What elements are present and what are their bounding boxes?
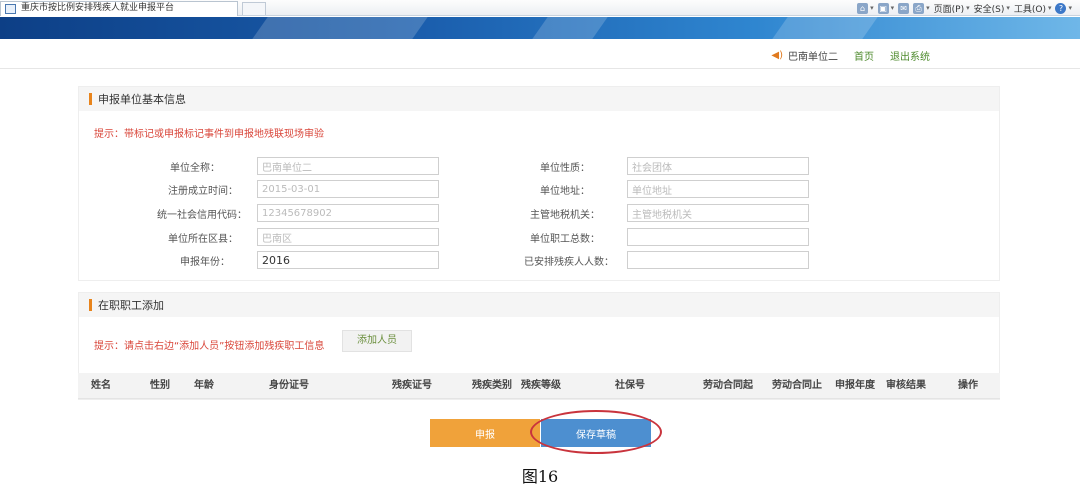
reg-date-field[interactable] [257,180,439,198]
col-social-security: 社保号 [615,380,645,391]
section-title: 申报单位基本信息 [98,93,186,106]
unit-type-field[interactable] [627,157,809,175]
section-header: 申报单位基本信息 [79,87,999,111]
site-banner [0,17,1080,39]
credit-code-row: 统一社会信用代码： [157,204,247,222]
unit-type-label: 单位性质： [540,162,590,174]
browser-toolbar: 重庆市按比例安排残疾人就业申报平台 ⌂ ▾ ▣ ▾ ✉ ⎙ ▾ 页面(P) ▾ 安全(S… [0,0,1080,16]
unit-info-hint: 提示：带标记或申报标记事件到申报地残联现场审验 [94,129,324,140]
year-field[interactable] [257,251,439,269]
feed-icon: ▣ [877,2,889,14]
disabled-count-field[interactable] [627,251,809,269]
speaker-icon: ◀) [771,50,783,61]
tools-menu[interactable]: 工具(O) ▾ [1014,2,1052,15]
year-row: 申报年份： [180,251,230,269]
user-name: 巴南单位二 [788,52,838,63]
authority-field[interactable] [627,204,809,222]
col-id-number: 身份证号 [269,380,309,391]
district-label: 单位所在区县： [168,233,238,245]
section-header: 在职职工添加 [79,293,999,317]
staff-total-row: 单位职工总数： [530,228,600,246]
save-draft-button[interactable]: 保存草稿 [541,419,651,447]
col-disability-cert: 残疾证号 [392,380,432,391]
unit-name-label: 单位全称： [170,162,220,174]
col-disability-type: 残疾类别 [472,380,512,391]
print-button[interactable]: ⎙ ▾ [913,2,930,14]
disabled-count-row: 已安排残疾人人数： [524,251,614,269]
home-link[interactable]: 首页 [854,48,874,63]
authority-row: 主管地税机关： [530,204,600,222]
authority-label: 主管地税机关： [530,209,600,221]
col-disability-level: 残疾等级 [521,380,561,391]
col-gender: 性别 [150,380,170,391]
print-icon: ⎙ [913,2,925,14]
security-menu[interactable]: 安全(S) ▾ [974,2,1010,15]
mail-button[interactable]: ✉ [898,2,910,14]
year-label: 申报年份： [180,256,230,268]
top-nav: ◀) 巴南单位二 首页 退出系统 [0,39,1080,69]
unit-type-row: 单位性质： [540,157,590,175]
staff-hint: 提示：请点击右边“添加人员”按钮添加残疾职工信息 [94,341,325,352]
district-row: 单位所在区县： [168,228,238,246]
credit-code-label: 统一社会信用代码： [157,209,247,221]
mail-icon: ✉ [898,2,910,14]
home-button[interactable]: ⌂ ▾ [857,2,874,14]
disabled-count-label: 已安排残疾人人数： [524,256,614,268]
current-user: ◀) 巴南单位二 [771,48,838,63]
page-favicon-icon [5,4,16,14]
col-review-result: 审核结果 [886,380,926,391]
add-staff-button[interactable]: 添加人员 [342,330,412,352]
col-actions: 操作 [958,380,978,391]
unit-name-field[interactable] [257,157,439,175]
new-tab-button[interactable] [242,2,266,15]
feed-button[interactable]: ▣ ▾ [877,2,894,14]
page-menu[interactable]: 页面(P) ▾ [934,2,970,15]
help-icon: ? [1055,2,1067,14]
section-title: 在职职工添加 [98,299,164,312]
col-contract-start: 劳动合同起 [703,380,753,391]
col-contract-end: 劳动合同止 [772,380,822,391]
submit-button[interactable]: 申报 [430,419,540,447]
reg-date-label: 注册成立时间： [168,185,238,197]
credit-code-field[interactable] [257,204,439,222]
tab-title: 重庆市按比例安排残疾人就业申报平台 [21,3,175,13]
section-marker [89,93,92,105]
staff-total-label: 单位职工总数： [530,233,600,245]
reg-date-row: 注册成立时间： [168,180,238,198]
logout-link[interactable]: 退出系统 [890,48,930,63]
section-marker [89,299,92,311]
unit-address-row: 单位地址： [540,180,590,198]
figure-caption: 图16 [521,467,559,486]
staff-table-header: 姓名 性别 年龄 身份证号 残疾证号 残疾类别 残疾等级 社保号 劳动合同起 劳… [78,373,1000,399]
browser-tab[interactable]: 重庆市按比例安排残疾人就业申报平台 [0,1,238,16]
col-age: 年龄 [194,380,214,391]
help-button[interactable]: ? ▾ [1055,2,1072,14]
col-name: 姓名 [91,380,111,391]
unit-address-field[interactable] [627,180,809,198]
unit-address-label: 单位地址： [540,185,590,197]
home-icon: ⌂ [857,2,869,14]
district-field[interactable] [257,228,439,246]
unit-name-row: 单位全称： [170,157,220,175]
browser-command-bar: ⌂ ▾ ▣ ▾ ✉ ⎙ ▾ 页面(P) ▾ 安全(S) ▾ 工具(O) ▾ ? ▾ [857,1,1072,15]
col-report-year: 申报年度 [835,380,875,391]
staff-total-field[interactable] [627,228,809,246]
